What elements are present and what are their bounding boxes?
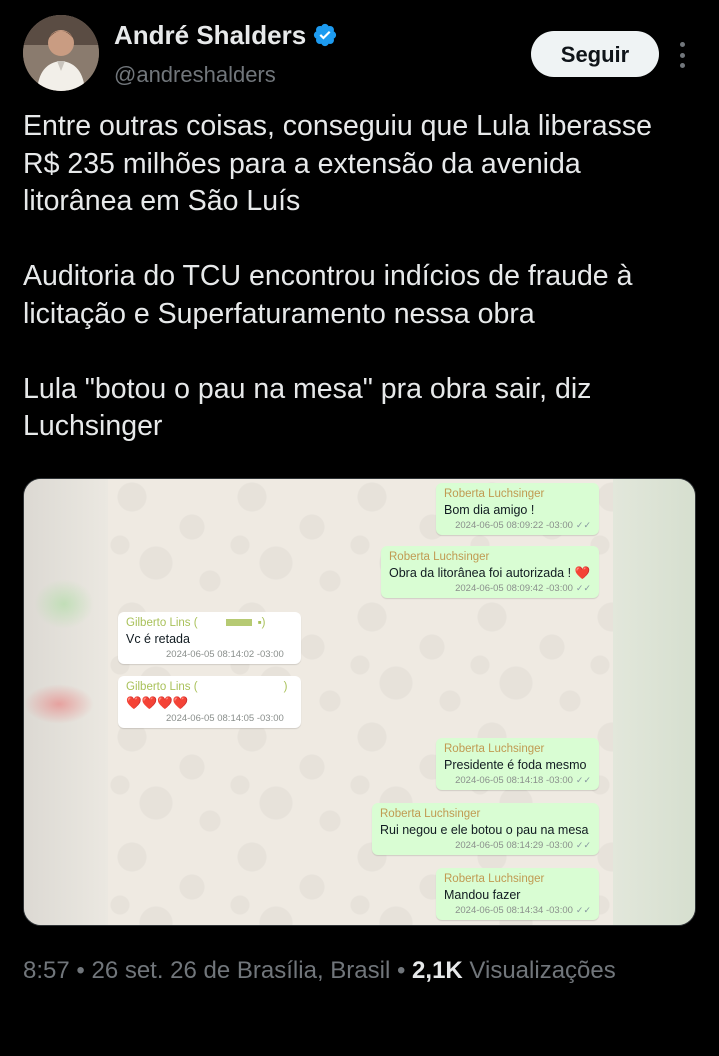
message-timestamp: 2024-06-05 08:14:18 -03:00 <box>455 775 573 786</box>
read-check-icon: ✓✓ <box>575 840 591 850</box>
message-text: Mandou fazer <box>444 888 521 902</box>
media-blur-right <box>613 479 695 925</box>
message-timestamp: 2024-06-05 08:14:02 -03:00 <box>166 649 284 660</box>
read-check-icon: ✓✓ <box>575 775 591 785</box>
tweet-media-image[interactable]: Roberta Luchsinger Bom dia amigo ! 2024-… <box>23 478 696 926</box>
message-text: Presidente é foda mesmo <box>444 758 587 772</box>
verified-badge-icon <box>312 22 338 48</box>
message-timestamp: 2024-06-05 08:14:05 -03:00 <box>166 713 284 724</box>
message-sender: Gilberto Lins () <box>126 681 288 693</box>
media-blur-left <box>24 479 108 925</box>
message-timestamp: 2024-06-05 08:09:42 -03:00 <box>455 583 573 594</box>
tweet-date-location[interactable]: 26 set. 26 de Brasília, Brasil <box>91 957 390 984</box>
separator-dot: • <box>396 957 406 984</box>
message-timestamp: 2024-06-05 08:09:22 -03:00 <box>455 520 573 531</box>
message-text: Rui negou e ele botou o pau na mesa <box>380 823 589 837</box>
tweet-time[interactable]: 8:57 <box>23 957 70 984</box>
message-sender: Roberta Luchsinger <box>444 488 545 500</box>
message-sender: Roberta Luchsinger <box>444 743 545 755</box>
chat-message: Roberta Luchsinger Rui negou e ele botou… <box>372 803 599 855</box>
tweet-header: André Shalders @andreshalders Seguir <box>0 0 719 110</box>
tweet-text: Entre outras coisas, conseguiu que Lula … <box>23 108 693 446</box>
read-check-icon: ✓✓ <box>575 520 591 530</box>
author-display-name[interactable]: André Shalders <box>114 18 306 52</box>
message-text: Bom dia amigo ! <box>444 503 535 517</box>
author-name-row: André Shalders <box>114 18 338 52</box>
chat-message: Roberta Luchsinger Bom dia amigo ! 2024-… <box>436 483 599 535</box>
message-timestamp: 2024-06-05 08:14:34 -03:00 <box>455 905 573 916</box>
message-timestamp: 2024-06-05 08:14:29 -03:00 <box>455 840 573 851</box>
read-check-icon: ✓✓ <box>575 583 591 593</box>
message-sender: Gilberto Lins (▪) <box>126 617 266 629</box>
message-sender: Roberta Luchsinger <box>389 551 490 563</box>
redaction-bar <box>225 619 252 627</box>
chat-message: Roberta Luchsinger Mandou fazer 2024-06-… <box>436 868 599 920</box>
tweet-paragraph: Auditoria do TCU encontrou indícios de f… <box>23 260 633 330</box>
message-text: Obra da litorânea foi autorizada ! ❤️ <box>389 566 591 580</box>
chat-message: Gilberto Lins () ❤️❤️❤️❤️ 2024-06-05 08:… <box>118 676 301 728</box>
chat-message: Roberta Luchsinger Presidente é foda mes… <box>436 738 599 790</box>
message-sender: Roberta Luchsinger <box>380 808 481 820</box>
views-label[interactable]: Visualizações <box>469 957 615 984</box>
chat-screenshot: Roberta Luchsinger Bom dia amigo ! 2024-… <box>108 479 613 925</box>
tweet-metadata: 8:57 • 26 set. 26 de Brasília, Brasil • … <box>23 952 693 989</box>
message-text: Vc é retada <box>126 632 190 646</box>
more-options-icon[interactable] <box>672 38 692 72</box>
chat-message: Gilberto Lins (▪) Vc é retada 2024-06-05… <box>118 612 301 664</box>
author-handle[interactable]: @andreshalders <box>114 60 276 90</box>
read-check-icon: ✓✓ <box>575 905 591 915</box>
views-count[interactable]: 2,1K <box>412 957 463 984</box>
follow-button[interactable]: Seguir <box>531 31 659 77</box>
tweet-paragraph: Lula "botou o pau na mesa" pra obra sair… <box>23 372 592 443</box>
avatar[interactable] <box>23 15 99 91</box>
separator-dot: • <box>76 957 85 984</box>
message-sender: Roberta Luchsinger <box>444 873 545 885</box>
chat-message: Roberta Luchsinger Obra da litorânea foi… <box>381 546 599 598</box>
tweet-paragraph: Entre outras coisas, conseguiu que Lula … <box>23 110 652 217</box>
message-text: ❤️❤️❤️❤️ <box>126 696 189 710</box>
